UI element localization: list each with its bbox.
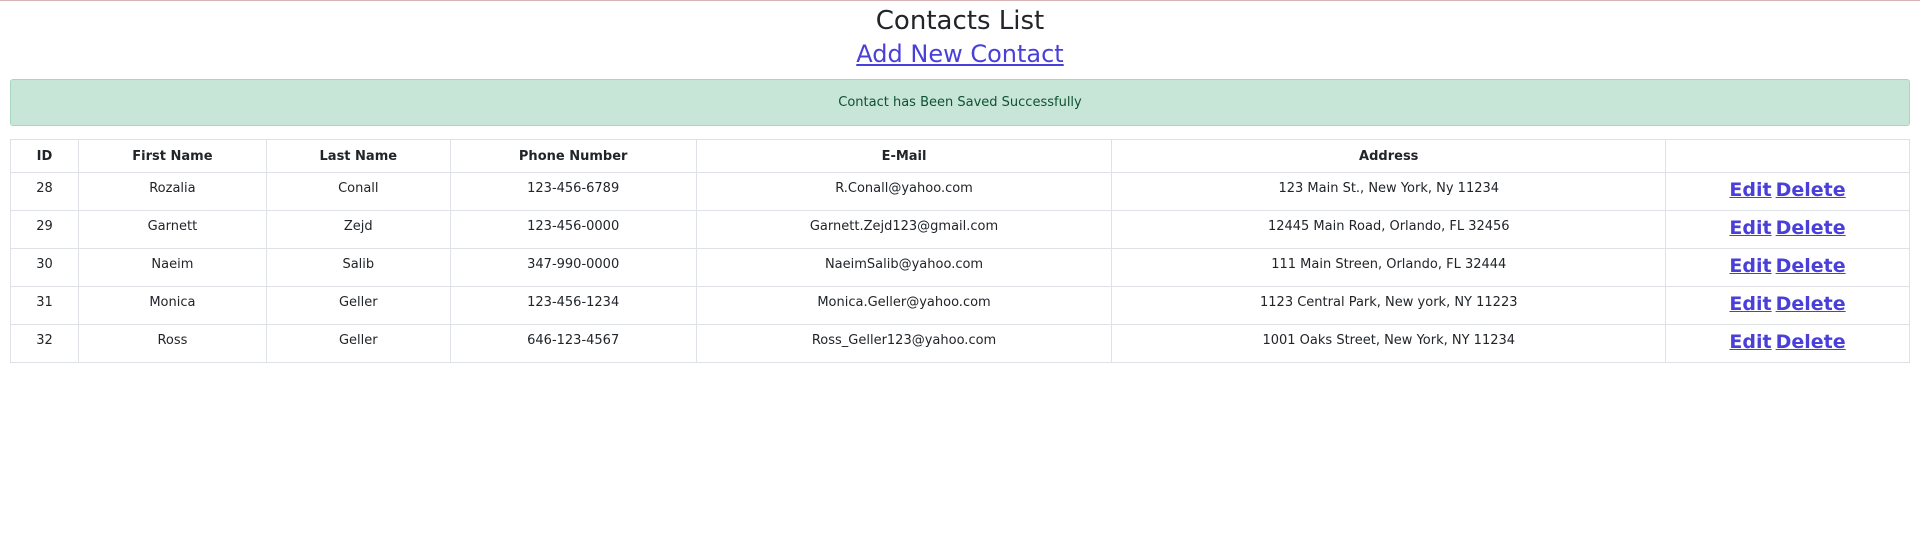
delete-link[interactable]: Delete [1776,179,1846,201]
contacts-table: ID First Name Last Name Phone Number E-M… [10,139,1910,363]
cell-last-name: Geller [265,286,451,325]
edit-link[interactable]: Edit [1729,179,1771,201]
cell-id: 32 [10,324,79,363]
cell-first-name: Naeim [77,248,267,287]
cell-last-name: Conall [265,172,451,211]
cell-id: 31 [10,286,79,325]
cell-first-name: Rozalia [77,172,267,211]
delete-link[interactable]: Delete [1776,217,1846,239]
delete-link[interactable]: Delete [1776,255,1846,277]
cell-address: 12445 Main Road, Orlando, FL 32456 [1111,210,1667,249]
cell-last-name: Zejd [265,210,451,249]
top-rule [0,0,1920,1]
cell-actions: Edit Delete [1665,210,1910,249]
cell-id: 29 [10,210,79,249]
header-id: ID [10,139,79,173]
cell-phone: 347-990-0000 [449,248,697,287]
cell-phone: 123-456-0000 [449,210,697,249]
cell-actions: Edit Delete [1665,324,1910,363]
table-row: 32 Ross Geller 646-123-4567 Ross_Geller1… [10,324,1910,363]
table-row: 28 Rozalia Conall 123-456-6789 R.Conall@… [10,172,1910,211]
cell-actions: Edit Delete [1665,172,1910,211]
cell-email: Monica.Geller@yahoo.com [695,286,1113,325]
header-email: E-Mail [695,139,1113,173]
success-alert-text: Contact has Been Saved Successfully [838,95,1082,110]
success-alert: Contact has Been Saved Successfully [10,79,1910,126]
delete-link[interactable]: Delete [1776,331,1846,353]
cell-email: R.Conall@yahoo.com [695,172,1113,211]
cell-first-name: Ross [77,324,267,363]
edit-link[interactable]: Edit [1729,331,1771,353]
cell-address: 1123 Central Park, New york, NY 11223 [1111,286,1667,325]
cell-first-name: Monica [77,286,267,325]
cell-address: 1001 Oaks Street, New York, NY 11234 [1111,324,1667,363]
delete-link[interactable]: Delete [1776,293,1846,315]
header-phone-number: Phone Number [449,139,697,173]
cell-first-name: Garnett [77,210,267,249]
cell-actions: Edit Delete [1665,286,1910,325]
header-first-name: First Name [77,139,267,173]
cell-id: 30 [10,248,79,287]
cell-email: NaeimSalib@yahoo.com [695,248,1113,287]
table-row: 29 Garnett Zejd 123-456-0000 Garnett.Zej… [10,210,1910,249]
cell-phone: 123-456-1234 [449,286,697,325]
cell-last-name: Geller [265,324,451,363]
add-new-contact-link[interactable]: Add New Contact [856,40,1063,68]
cell-actions: Edit Delete [1665,248,1910,287]
cell-id: 28 [10,172,79,211]
table-row: 30 Naeim Salib 347-990-0000 NaeimSalib@y… [10,248,1910,287]
cell-email: Ross_Geller123@yahoo.com [695,324,1113,363]
cell-phone: 123-456-6789 [449,172,697,211]
header-address: Address [1111,139,1667,173]
edit-link[interactable]: Edit [1729,255,1771,277]
cell-last-name: Salib [265,248,451,287]
page-title: Contacts List [875,6,1045,36]
cell-address: 123 Main St., New York, Ny 11234 [1111,172,1667,211]
cell-email: Garnett.Zejd123@gmail.com [695,210,1113,249]
header-last-name: Last Name [265,139,451,173]
edit-link[interactable]: Edit [1729,293,1771,315]
cell-address: 111 Main Streen, Orlando, FL 32444 [1111,248,1667,287]
add-link-container: Add New Contact [0,38,1920,73]
edit-link[interactable]: Edit [1729,217,1771,239]
table-row: 31 Monica Geller 123-456-1234 Monica.Gel… [10,286,1910,325]
cell-phone: 646-123-4567 [449,324,697,363]
table-header-row: ID First Name Last Name Phone Number E-M… [10,139,1910,173]
contacts-table-container: ID First Name Last Name Phone Number E-M… [10,139,1910,363]
header-actions [1665,139,1910,173]
